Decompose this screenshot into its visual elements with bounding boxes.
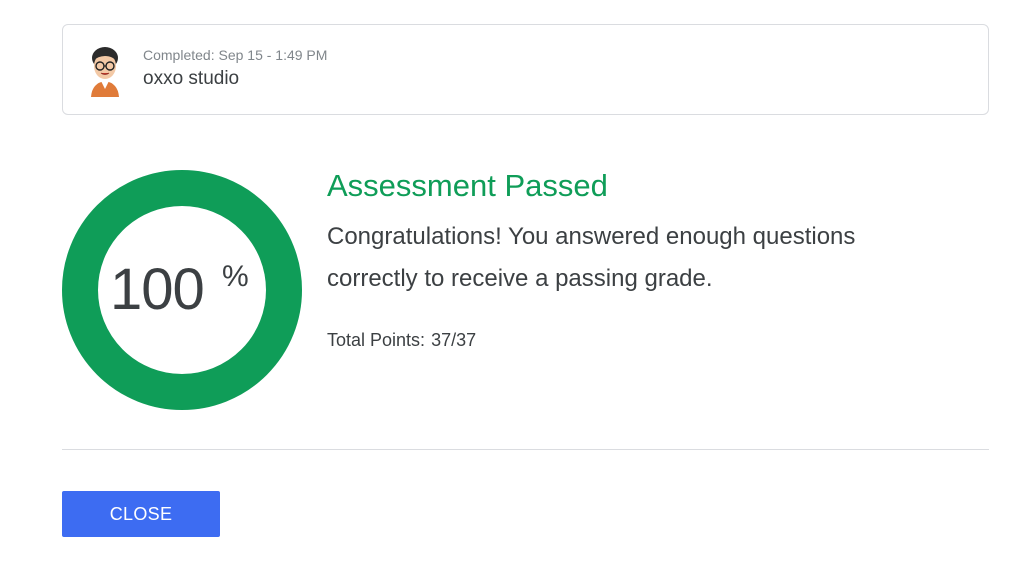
score-percent-value: 100: [110, 257, 205, 322]
result-title: Assessment Passed: [327, 168, 608, 203]
user-avatar-icon: [91, 47, 119, 97]
section-divider: [62, 449, 989, 450]
completed-timestamp: Completed: Sep 15 - 1:49 PM: [143, 47, 328, 63]
submission-card: Completed: Sep 15 - 1:49 PM oxxo studio: [62, 24, 989, 115]
result-message: Congratulations! You answered enough que…: [327, 223, 856, 292]
close-button[interactable]: CLOSE: [62, 491, 220, 537]
total-points-value: 37/37: [431, 330, 477, 350]
user-name: oxxo studio: [143, 68, 240, 89]
total-points-label: Total Points:: [327, 330, 426, 350]
score-percent-sign: %: [222, 260, 249, 293]
total-points: Total Points: 37/37: [327, 330, 476, 351]
assessment-result-page: Completed: Sep 15 - 1:49 PM oxxo studio …: [0, 0, 1024, 582]
